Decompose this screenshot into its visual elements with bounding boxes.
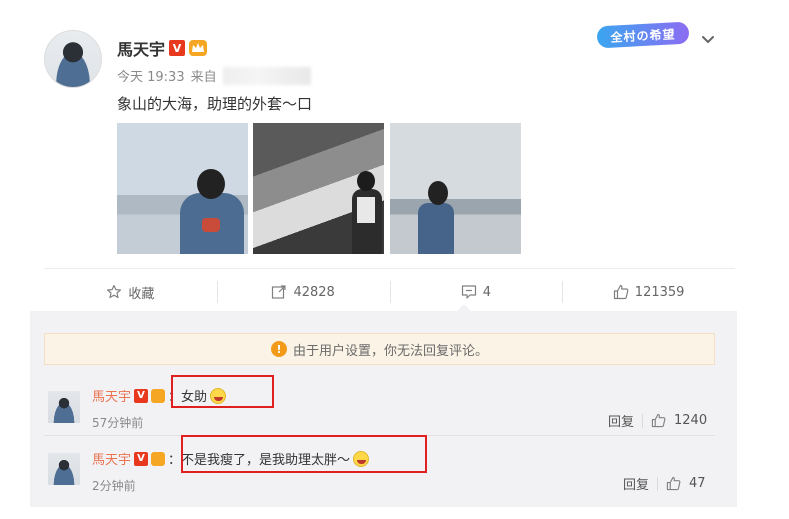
post-text-tail: 口 xyxy=(297,95,313,113)
member-crown-icon xyxy=(189,40,208,56)
thumbs-up-icon[interactable] xyxy=(651,413,666,428)
comment-author[interactable]: 馬天宇 xyxy=(92,386,131,405)
comment-icon xyxy=(461,285,476,299)
comment-actions: 回复 1240 xyxy=(608,411,707,430)
action-separator xyxy=(657,476,659,491)
person-head xyxy=(197,169,225,199)
comment-actions: 回复 47 xyxy=(623,474,706,493)
author-row: 馬天宇 V xyxy=(117,36,208,60)
person-shirt xyxy=(357,197,375,223)
highlight-box xyxy=(171,375,274,408)
comment-author[interactable]: 馬天宇 xyxy=(92,449,131,468)
comment-avatar[interactable] xyxy=(48,453,80,485)
verified-badge-icon: V xyxy=(169,40,186,56)
repost-icon xyxy=(272,285,287,299)
comment-section: ! 由于用户设置，你无法回复评论。 馬天宇 V ：女助 57分钟前 回复 124… xyxy=(30,311,737,507)
thumbs-up-icon xyxy=(613,284,629,300)
post-photo-2[interactable] xyxy=(253,123,384,254)
comment-time: 57分钟前 xyxy=(92,416,144,430)
warning-icon: ! xyxy=(270,341,287,357)
jacket-patch xyxy=(202,218,220,232)
highlight-box xyxy=(181,435,427,473)
verified-badge-icon: V xyxy=(134,388,149,403)
comment-avatar[interactable] xyxy=(48,391,80,423)
verified-badge-icon: V xyxy=(134,451,149,466)
repost-count: 42828 xyxy=(293,284,335,300)
post-time[interactable]: 今天 19:33 xyxy=(117,66,185,85)
action-separator xyxy=(642,413,644,428)
comment-time: 2分钟前 xyxy=(92,479,136,493)
post-meta: 今天 19:33 来自 xyxy=(117,66,311,85)
favorite-button[interactable]: 收藏 xyxy=(44,275,217,309)
reply-button[interactable]: 回复 xyxy=(623,474,649,493)
like-count: 121359 xyxy=(634,284,685,300)
post-text: 象山的大海，助理的外套～口 xyxy=(117,93,312,114)
like-button[interactable]: 121359 xyxy=(562,275,735,309)
action-divider xyxy=(44,268,735,269)
post-photo-3[interactable] xyxy=(390,123,521,254)
comment-like-count: 47 xyxy=(689,476,706,491)
chevron-down-icon[interactable] xyxy=(699,30,717,48)
reply-button[interactable]: 回复 xyxy=(608,411,634,430)
notice-text: 由于用户设置，你无法回复评论。 xyxy=(292,343,488,359)
person-head xyxy=(428,181,448,205)
post-photo-1[interactable] xyxy=(117,123,248,254)
member-crown-icon xyxy=(151,388,166,403)
favorite-label: 收藏 xyxy=(128,286,155,302)
comment-button[interactable]: 4 xyxy=(389,275,563,309)
star-icon xyxy=(107,284,122,299)
member-crown-icon xyxy=(151,451,166,466)
action-bar: 收藏 42828 4 121359 xyxy=(44,275,735,309)
comment-like-count: 1240 xyxy=(674,413,708,428)
reply-restricted-notice: ! 由于用户设置，你无法回复评论。 xyxy=(44,333,715,365)
sticker-badge: 全村の希望 xyxy=(596,21,690,49)
person-head xyxy=(357,171,375,191)
author-name[interactable]: 馬天宇 xyxy=(117,36,165,60)
comment-count: 4 xyxy=(482,284,492,300)
repost-button[interactable]: 42828 xyxy=(216,275,390,309)
thumbs-up-icon[interactable] xyxy=(666,476,681,491)
person-shape xyxy=(418,203,454,254)
post-source-label: 来自 xyxy=(190,70,217,85)
post-body: 象山的大海，助理的外套～ xyxy=(117,95,298,113)
author-avatar[interactable] xyxy=(44,30,102,88)
blurred-source xyxy=(222,66,311,85)
